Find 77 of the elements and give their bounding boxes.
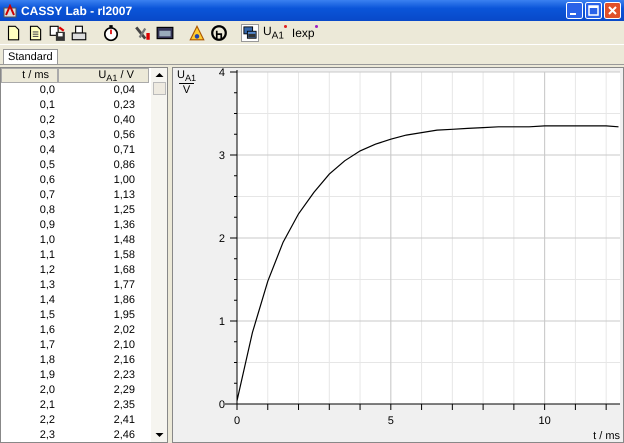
table-cell-text: 1,6: [38, 323, 56, 338]
table-cell-text: 0,23: [112, 98, 136, 113]
table-cell-text: 1,0: [38, 233, 56, 248]
table-cell-text: 1,86: [112, 293, 136, 308]
table-cell-text: 0,9: [38, 218, 56, 233]
scroll-up-icon[interactable]: [154, 72, 164, 78]
table-cell-text: 0,71: [112, 143, 136, 158]
table-cell-text: 0,8: [38, 203, 56, 218]
table-cell-text: 2,0: [38, 383, 56, 398]
table-cell-text: 1,7: [38, 338, 56, 353]
window-title: CASSY Lab - rl2007: [21, 4, 132, 18]
table-cell-text: 1,3: [38, 278, 56, 293]
table-cell-text: 0,04: [112, 83, 136, 98]
table-cell-text: 2,10: [112, 338, 136, 353]
table-cell-text: 1,5: [38, 308, 56, 323]
table-cell-text: 2,35: [112, 398, 136, 413]
print-icon[interactable]: [69, 22, 89, 42]
table-cell-text: 1,48: [112, 233, 136, 248]
table-cell-text: 1,68: [112, 263, 136, 278]
tick-label: 1: [218, 316, 225, 328]
table-cell-text: 0,1: [38, 98, 56, 113]
table-cell-text: 0,5: [38, 158, 56, 173]
table-cell-text: 2,3: [38, 428, 56, 443]
minimize-icon[interactable]: [566, 2, 583, 19]
table-cell-text: 2,1: [38, 398, 56, 413]
tab[interactable]: Standard: [3, 49, 58, 64]
circle-letter-icon[interactable]: [209, 22, 229, 42]
table-cell-text: 0,40: [112, 113, 136, 128]
table-cell-text: 0,3: [38, 128, 56, 143]
table-cell-text: 2,16: [112, 353, 136, 368]
table-cell-text: 1,4: [38, 293, 56, 308]
maximize-icon[interactable]: [585, 2, 602, 19]
tick-label: 0: [234, 415, 240, 427]
axis-unit: V: [178, 83, 194, 96]
tick-label: 3: [218, 150, 225, 162]
table-cell-text: 2,41: [112, 413, 136, 428]
tick-label: 0: [218, 399, 225, 411]
axis-label: U$_{A1}$: [177, 69, 196, 84]
table-cell-text: 0,56: [112, 128, 136, 143]
tick-label: 5: [388, 415, 394, 427]
axis-label: t / ms: [593, 430, 620, 440]
app-icon: [3, 4, 17, 18]
windows-icon[interactable]: [241, 24, 259, 42]
table-cell-text: 1,77: [112, 278, 136, 293]
tick-label: 2: [218, 233, 225, 245]
table-cell-text: 2,29: [112, 383, 136, 398]
marker-dot: [314, 24, 318, 28]
table-cell-text: 2,23: [112, 368, 136, 383]
table-cell-text: 0,6: [38, 173, 56, 188]
marker-dot: [284, 24, 287, 28]
table-cell-text: 2,46: [112, 428, 136, 443]
stopwatch-icon[interactable]: [101, 22, 121, 42]
table-cell-text: 1,25: [112, 203, 136, 218]
table-cell-text: 1,95: [112, 308, 136, 323]
close-icon[interactable]: [604, 2, 621, 19]
table-cell-text: 1,13: [112, 188, 136, 203]
table-cell-text: 2,2: [38, 413, 56, 428]
table-cell-text: 1,8: [38, 353, 56, 368]
scroll-down-icon[interactable]: [154, 432, 164, 438]
table-cell-text: 1,00: [112, 173, 136, 188]
column-header[interactable]: U$_{A1}$ / V: [58, 68, 149, 83]
table-cell-text: 0,2: [38, 113, 56, 128]
table-cell-text: 1,58: [112, 248, 136, 263]
table-cell-text: 0,86: [112, 158, 136, 173]
table-cell-text: 1,1: [38, 248, 56, 263]
table-cell-text: 1,2: [38, 263, 56, 278]
tick-label: 10: [538, 415, 551, 427]
scrollbar[interactable]: [151, 68, 167, 442]
table-cell-text: 0,0: [38, 83, 56, 98]
tick-label: 4: [218, 68, 225, 79]
table-cell-text: 0,7: [38, 188, 56, 203]
table-cell-text: 2,02: [112, 323, 136, 338]
scroll-thumb[interactable]: [152, 82, 166, 95]
table-cell-text: 1,36: [112, 218, 136, 233]
column-header[interactable]: t / ms: [1, 68, 58, 83]
table-cell-text: 1,9: [38, 368, 56, 383]
table-cell-text: 0,4: [38, 143, 56, 158]
